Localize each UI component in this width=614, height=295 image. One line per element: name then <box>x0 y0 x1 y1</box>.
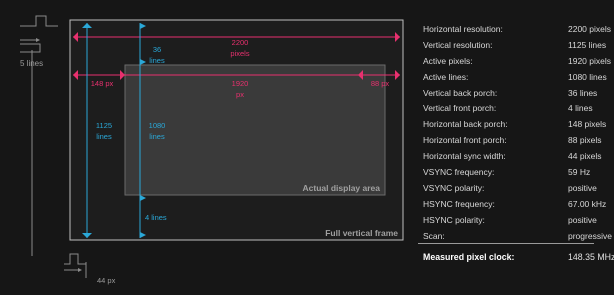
spec-row: Vertical resolution: 1125 lines <box>418 38 606 54</box>
spec-label: Horizontal resolution: <box>423 24 503 34</box>
spec-label: HSYNC frequency: <box>423 198 495 209</box>
spec-value: 36 lines <box>568 87 598 98</box>
bottom-sync-arrowhead <box>78 268 82 272</box>
spec-row: VSYNC frequency: 59 Hz <box>418 165 594 181</box>
display-area-label: Actual display area <box>303 183 381 193</box>
spec-row: Horizontal back porch: 148 pixels <box>418 117 606 133</box>
spec-value: 2200 pixels <box>568 24 612 34</box>
bottom-sync-label: 44 px <box>97 276 116 285</box>
total-height-unit: lines <box>96 132 112 141</box>
active-height-unit: lines <box>149 132 165 141</box>
measured-pixel-clock: Measured pixel clock: 148.35 MHz <box>418 250 614 264</box>
active-width-value: 1920 <box>232 79 249 88</box>
spec-row: Active pixels: 1920 pixels <box>418 54 611 70</box>
spec-value: 44 pixels <box>568 151 602 162</box>
bottom-porch-label: 4 lines <box>145 213 167 222</box>
spec-label: Vertical front porch: <box>423 103 497 114</box>
vsync-pulse <box>20 43 41 53</box>
full-frame-label: Full vertical frame <box>325 228 398 238</box>
spec-value: 1920 pixels <box>568 55 612 66</box>
sync-arrowhead <box>36 38 40 42</box>
spec-value: 67.00 kHz <box>568 198 607 209</box>
spec-value: 88 pixels <box>568 135 602 146</box>
front-porch-label: 88 px <box>371 79 390 88</box>
spec-divider <box>418 243 594 244</box>
spec-label: Horizontal sync width: <box>423 151 506 162</box>
back-porch-label: 148 px <box>91 79 114 88</box>
spec-row: HSYNC frequency: 67.00 kHz <box>418 197 606 213</box>
hsync-pulse-bottom <box>64 253 86 265</box>
hsync-pulse-top <box>20 15 58 27</box>
spec-row: Horizontal sync width: 44 pixels <box>418 149 602 165</box>
spec-value: 148 pixels <box>568 119 607 130</box>
total-height-value: 1125 <box>96 121 112 130</box>
spec-label: VSYNC polarity: <box>423 182 485 193</box>
active-width-unit: px <box>236 90 244 99</box>
spec-value: positive <box>568 214 597 225</box>
spec-label: Active lines: <box>423 71 469 82</box>
total-width-value: 2200 <box>232 38 249 47</box>
spec-label: HSYNC polarity: <box>423 214 485 225</box>
spec-row: HSYNC polarity: positive <box>418 213 597 229</box>
top-porch-unit: lines <box>149 56 165 65</box>
spec-value: positive <box>568 182 597 193</box>
video-timing-diagram: 5 lines 2200 pixels 148 px 1920 px 88 px… <box>20 15 404 285</box>
spec-label: Vertical back porch: <box>423 87 498 98</box>
active-height-value: 1080 <box>149 121 166 130</box>
spec-row: Vertical front porch: 4 lines <box>418 101 594 117</box>
spec-label: VSYNC frequency: <box>423 167 495 178</box>
spec-value: 1080 lines <box>568 71 607 82</box>
sync-width-label: 5 lines <box>20 59 43 68</box>
spec-row: Horizontal resolution: 2200 pixels <box>418 22 611 38</box>
spec-row: Horizontal front porch: 88 pixels <box>418 133 602 149</box>
measured-label: Measured pixel clock: <box>423 252 515 262</box>
spec-row: Active lines: 1080 lines <box>418 70 607 86</box>
spec-label: Active pixels: <box>423 55 473 66</box>
spec-row: Vertical back porch: 36 lines <box>418 86 598 102</box>
display-area-rect <box>124 64 386 196</box>
spec-label: Horizontal back porch: <box>423 119 508 130</box>
timing-diagram-panel: 5 lines 2200 pixels 148 px 1920 px 88 px… <box>0 0 614 295</box>
spec-label: Horizontal front porch: <box>423 135 507 146</box>
spec-value: 59 Hz <box>568 167 591 178</box>
spec-row: VSYNC polarity: positive <box>418 181 597 197</box>
measured-value: 148.35 MHz <box>568 252 614 262</box>
total-width-unit: pixels <box>230 49 249 58</box>
timing-specs-list: Horizontal resolution: 2200 pixels Vertic… <box>418 22 612 244</box>
top-porch-value: 36 <box>153 45 161 54</box>
spec-value: 4 lines <box>568 103 593 114</box>
spec-value: 1125 lines <box>568 39 607 50</box>
spec-label: Vertical resolution: <box>423 39 493 50</box>
